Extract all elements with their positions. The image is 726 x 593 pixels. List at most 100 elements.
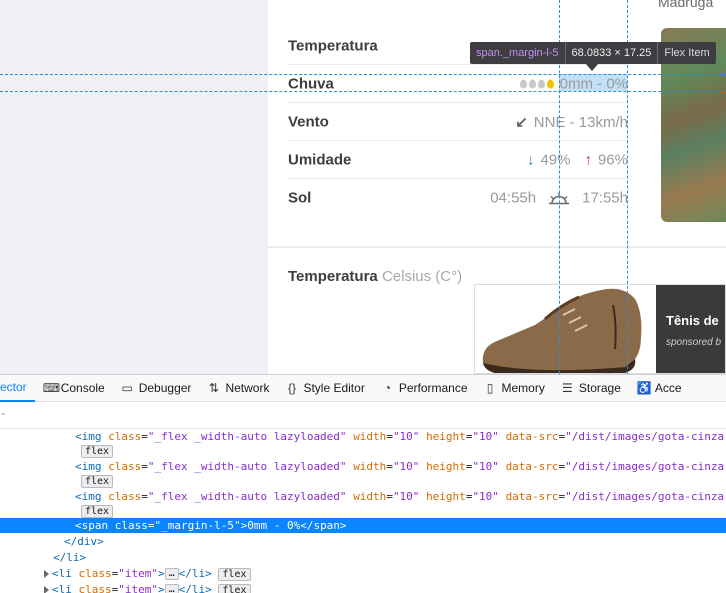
search-input[interactable]: - <box>0 407 7 420</box>
inspector-toolbar: - <box>0 402 726 429</box>
markup-node-img[interactable]: <img class="_flex _width-auto lazyloaded… <box>0 459 726 474</box>
console-icon: ⌨ <box>42 381 61 395</box>
tab-label: Storage <box>578 381 621 395</box>
tab-network[interactable]: ⇅ Network <box>199 375 277 402</box>
period-label: Madruga <box>658 0 714 10</box>
flex-badge[interactable]: flex <box>81 475 114 488</box>
ad-title[interactable]: Tênis de <box>666 313 719 328</box>
collapsed-ellipsis[interactable]: … <box>164 584 179 593</box>
page-left-gutter <box>0 0 268 374</box>
arrow-up-icon: ↑ <box>584 151 592 169</box>
inspector-tooltip: span._margin-l-5 68.0833 × 17.25 Flex It… <box>470 42 716 64</box>
temperature-heading: Temperatura Celsius (C°) <box>288 268 462 285</box>
node-tag: <img <box>75 460 102 473</box>
page-viewport: Madruga Temperatura Chuva 0mm - 0% Vento… <box>0 0 726 374</box>
tooltip-selector: span._margin-l-5 <box>476 47 559 59</box>
rain-amount: 0mm - 0% <box>559 75 628 93</box>
sunrise-time: 04:55h <box>490 189 537 207</box>
node-tag: <img <box>75 430 102 443</box>
arrow-down-icon: ↓ <box>526 151 535 169</box>
tooltip-arrow <box>586 64 598 71</box>
row-label: Vento <box>288 113 329 131</box>
node-attr: width <box>353 460 387 473</box>
humidity-min: 49% <box>540 151 571 169</box>
node-attr: height <box>426 490 466 503</box>
rain-drop-icon <box>528 79 536 89</box>
tab-memory[interactable]: ▯ Memory <box>476 375 553 402</box>
markup-closing-li[interactable]: </li> <box>0 550 726 565</box>
humidity-max: 96% <box>597 151 628 169</box>
devtools-tabbar: ector ⌨ Console ▭ Debugger ⇅ Network {} … <box>0 375 726 402</box>
flex-badge[interactable]: flex <box>218 568 251 581</box>
node-tag: <li <box>52 567 72 580</box>
rain-drop-icon <box>519 79 527 89</box>
ad-sponsor-label: sponsored b <box>666 337 722 348</box>
node-attr: class <box>108 490 142 503</box>
node-attr-value: "_margin-l-5" <box>154 519 241 532</box>
tooltip-dimensions: 68.0833 × 17.25 <box>564 42 658 64</box>
highlighter-guide-top <box>0 74 726 75</box>
collapsed-ellipsis[interactable]: … <box>164 568 179 580</box>
expand-twisty-icon[interactable] <box>44 570 49 578</box>
node-text: >0mm - 0%</span> <box>240 519 347 532</box>
tab-debugger[interactable]: ▭ Debugger <box>113 375 200 402</box>
markup-node-img[interactable]: <img class="_flex _width-auto lazyloaded… <box>0 489 726 504</box>
node-tag: </li> <box>178 567 212 580</box>
wind-direction-arrow-icon: ↙ <box>515 114 528 131</box>
node-attr-value: "/dist/images/gota-cinza <box>565 460 725 473</box>
markup-node-li[interactable]: <li class="item">… </li> flex <box>0 582 726 593</box>
shoe-image <box>482 288 642 373</box>
node-attr-value: "10" <box>392 460 420 473</box>
node-attr: data-src <box>505 430 559 443</box>
tab-label: Memory <box>501 381 545 395</box>
debugger-icon: ▭ <box>121 381 133 395</box>
node-attr: class <box>108 460 142 473</box>
node-attr-value: "/dist/images/gota-cinza <box>565 430 725 443</box>
markup-tree: <img class="_flex _width-auto lazyloaded… <box>0 429 726 593</box>
devtools-panel: ector ⌨ Console ▭ Debugger ⇅ Network {} … <box>0 374 726 593</box>
node-attr-value: "10" <box>472 490 499 503</box>
tab-label: Network <box>225 381 270 395</box>
node-attr: class <box>108 430 142 443</box>
node-tag: <li <box>52 583 72 593</box>
temperature-heading-unit: Celsius (C°) <box>381 268 463 285</box>
network-icon: ⇅ <box>208 381 219 395</box>
tab-accessibility[interactable]: ♿ Acce <box>629 375 690 402</box>
flex-badge[interactable]: flex <box>81 445 114 458</box>
row-label: Chuva <box>288 75 334 93</box>
node-attr-value: "item" <box>118 583 158 593</box>
markup-node-img[interactable]: <img class="_flex _width-auto lazyloaded… <box>0 429 726 444</box>
tab-storage[interactable]: ☰ Storage <box>553 375 629 402</box>
row-umidade: Umidade ↓ 49% ↑ 96% <box>288 141 628 179</box>
tab-style-editor[interactable]: {} Style Editor <box>277 375 372 402</box>
markup-badge-row: flex <box>0 503 726 518</box>
expand-twisty-icon[interactable] <box>44 586 49 593</box>
row-label: Temperatura <box>288 37 378 55</box>
markup-closing-div[interactable]: </div> <box>0 534 726 549</box>
tab-performance[interactable]: ◔ Performance <box>373 375 476 402</box>
wind-value: ↙ NNE - 13km/h <box>515 113 628 132</box>
performance-icon: ◔ <box>383 381 391 395</box>
markup-badge-row: flex <box>0 443 726 458</box>
row-label: Sol <box>288 189 312 207</box>
tab-inspector[interactable]: ector <box>0 375 35 402</box>
markup-node-span-selected[interactable]: <span class="_margin-l-5">0mm - 0%</span… <box>0 518 726 533</box>
row-chuva: Chuva 0mm - 0% <box>288 65 628 103</box>
accessibility-icon: ♿ <box>636 381 652 395</box>
row-label: Umidade <box>288 151 352 169</box>
rain-drop-icon <box>537 79 545 89</box>
memory-icon: ▯ <box>486 381 494 395</box>
node-tag: <img <box>75 490 102 503</box>
rain-drop-icon <box>546 79 554 89</box>
sponsored-ad[interactable]: Tênis de sponsored b <box>474 284 726 374</box>
node-attr: class <box>78 567 112 580</box>
tooltip-type: Flex Item <box>657 42 715 64</box>
markup-node-li[interactable]: <li class="item">… </li> flex <box>0 566 726 581</box>
ad-product-image[interactable] <box>475 285 656 373</box>
tab-console[interactable]: ⌨ Console <box>35 375 113 402</box>
node-attr-value: "10" <box>472 430 499 443</box>
node-attr-value: "_flex _width-auto lazyloaded" <box>147 430 347 443</box>
flex-badge[interactable]: flex <box>218 584 251 593</box>
flex-badge[interactable]: flex <box>81 505 114 518</box>
ad-text-panel <box>656 285 725 373</box>
